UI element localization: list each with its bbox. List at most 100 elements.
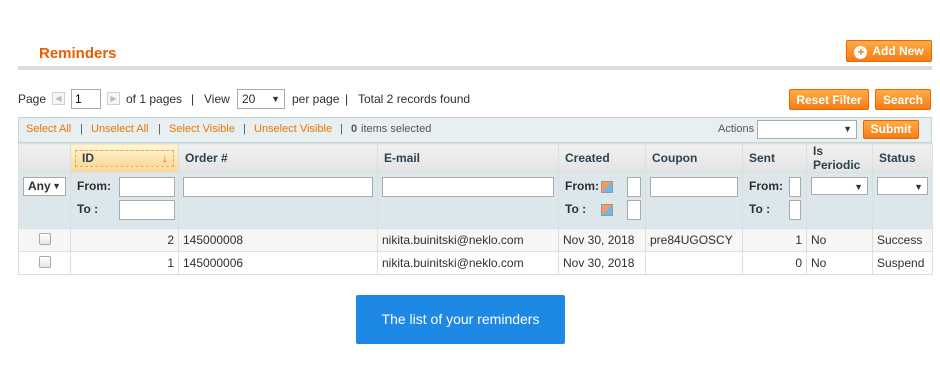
row-checkbox-cell [18,228,71,252]
view-label: View [204,92,230,106]
table-row[interactable]: 2 145000008 nikita.buinitski@neklo.com N… [18,228,933,252]
column-header-status[interactable]: Status [872,143,933,173]
select-visible-link[interactable]: Select Visible [169,123,235,135]
email-filter-input[interactable] [382,177,554,197]
to-label: To : [77,202,99,216]
created-filter-cell: From: To : [558,172,646,229]
page-title: Reminders [39,45,117,62]
created-to-input[interactable] [627,200,641,220]
per-page-value: 20 [242,92,256,106]
to-label: To : [749,202,771,216]
separator: | [243,123,246,135]
page-label: Page [18,92,47,106]
massaction-filter-cell: Any ▼ [18,172,71,229]
sort-down-arrow-icon: ↓ [162,150,168,165]
order-filter-input[interactable] [183,177,373,197]
created-from-input[interactable] [627,177,641,197]
calendar-icon[interactable] [601,181,613,193]
cell-created: Nov 30, 2018 [558,228,646,252]
cell-periodic: No [806,251,873,275]
any-value: Any [28,179,51,193]
cell-coupon [645,251,743,275]
page-number-input[interactable] [71,89,101,109]
from-label: From: [565,179,599,193]
cell-email: nikita.buinitski@neklo.com [377,251,559,275]
cell-created: Nov 30, 2018 [558,251,646,275]
column-header-coupon[interactable]: Coupon [645,143,743,173]
per-page-label: per page [292,92,340,106]
cell-sent: 1 [742,228,807,252]
column-header-order[interactable]: Order # [178,143,378,173]
cell-order: 145000006 [178,251,378,275]
coupon-filter-cell [645,172,743,229]
add-new-button[interactable]: + Add New [846,40,932,62]
cell-status: Suspend [872,251,933,275]
submit-button[interactable]: Submit [863,120,919,139]
separator: | [340,123,343,135]
grid-headings: ID ↓ Order # E-mail Created Coupon Sent I… [18,143,933,173]
cell-periodic: No [806,228,873,252]
column-label: ID [82,150,94,165]
from-label: From: [749,179,783,193]
reminders-list-caption: The list of your reminders [356,295,565,344]
table-row[interactable]: 1 145000006 nikita.buinitski@neklo.com N… [18,251,933,275]
any-select[interactable]: Any ▼ [23,177,66,196]
coupon-filter-input[interactable] [650,177,738,197]
massaction-header [18,143,71,173]
periodic-filter-cell: ▼ [806,172,873,229]
total-records-text: Total 2 records found [358,92,471,106]
email-filter-cell [377,172,559,229]
sent-from-input[interactable] [789,177,801,197]
chevron-down-icon: ▼ [843,124,852,134]
column-header-created[interactable]: Created [558,143,646,173]
plus-circle-icon: + [854,46,868,59]
cell-coupon: pre84UGOSCY [645,228,743,252]
row-checkbox[interactable] [38,232,51,245]
search-button[interactable]: Search [875,89,931,110]
column-header-periodic[interactable]: Is Periodic [806,143,873,173]
row-checkbox-cell [18,251,71,275]
per-page-select[interactable]: 20 ▼ [237,89,285,109]
separator: | [80,123,83,135]
cell-id: 2 [70,228,179,252]
of-pages-text: of 1 pages [126,92,183,106]
select-all-link[interactable]: Select All [26,123,71,135]
to-label: To : [565,202,587,216]
selected-label: items selected [361,123,432,135]
status-select[interactable]: ▼ [877,177,928,195]
column-header-id[interactable]: ID ↓ [70,143,179,173]
chevron-down-icon: ▼ [914,182,923,192]
unselect-visible-link[interactable]: Unselect Visible [254,123,332,135]
cell-sent: 0 [742,251,807,275]
row-checkbox[interactable] [38,255,51,268]
filter-row: Any▼ From: To : From: To : From: To : ▼ [18,172,933,229]
separator: | [158,123,161,135]
periodic-select[interactable]: ▼ [811,177,868,195]
cell-email: nikita.buinitski@neklo.com [377,228,559,252]
reset-filter-button[interactable]: Reset Filter [789,89,869,110]
selected-count: 0 [351,123,358,135]
separator: | [345,92,349,106]
column-header-sent[interactable]: Sent [742,143,807,173]
calendar-icon[interactable] [601,204,613,216]
actions-select[interactable]: ▼ [757,120,857,139]
arrow-left-icon[interactable]: ◀ [52,92,65,105]
chevron-down-icon: ▼ [271,94,280,104]
reminders-grid: ID ↓ Order # E-mail Created Coupon Sent I… [18,143,933,275]
chevron-down-icon: ▼ [52,181,61,191]
order-filter-cell [178,172,378,229]
from-label: From: [77,179,111,193]
cell-status: Success [872,228,933,252]
actions-label: Actions [718,123,755,135]
massaction-bar: Select All | Unselect All | Select Visib… [18,117,932,143]
id-to-input[interactable] [119,200,175,220]
arrow-right-icon[interactable]: ▶ [107,92,120,105]
separator: | [191,92,195,106]
sent-to-input[interactable] [789,200,801,220]
unselect-all-link[interactable]: Unselect All [91,123,148,135]
chevron-down-icon: ▼ [854,182,863,192]
cell-order: 145000008 [178,228,378,252]
column-header-email[interactable]: E-mail [377,143,559,173]
id-from-input[interactable] [119,177,175,197]
id-filter-cell: From: To : [70,172,179,229]
